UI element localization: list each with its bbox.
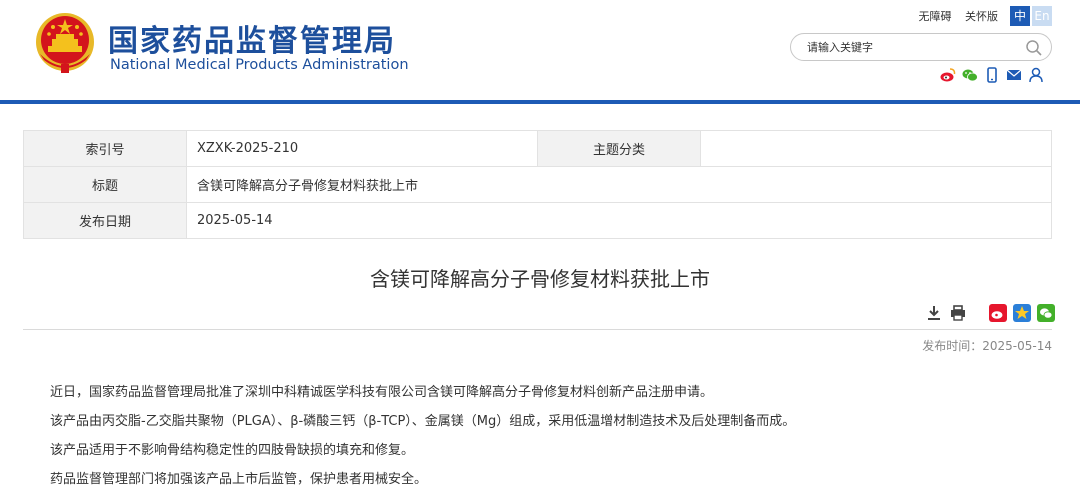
date-value: 2025-05-14 <box>186 202 1052 239</box>
download-icon[interactable] <box>925 304 943 322</box>
index-key: 索引号 <box>23 130 187 167</box>
paragraph: 近日，国家药品监督管理局批准了深圳中科精诚医学科技有限公司含镁可降解高分子骨修复… <box>50 385 714 400</box>
share-weibo-icon[interactable] <box>989 304 1007 322</box>
title-key: 标题 <box>23 166 187 203</box>
title-value: 含镁可降解高分子骨修复材料获批上市 <box>186 166 1052 203</box>
top-links: 无障碍 关怀版 <box>909 8 999 24</box>
lang-en-button[interactable]: En <box>1032 6 1052 26</box>
table-row: 发布日期 2025-05-14 <box>23 202 1052 239</box>
mobile-icon[interactable] <box>984 67 1000 83</box>
topic-key: 主题分类 <box>537 130 701 167</box>
index-value: XZXK-2025-210 <box>186 130 538 167</box>
header-divider-bar <box>0 100 1080 104</box>
national-emblem-icon <box>36 13 94 73</box>
info-table: 索引号 XZXK-2025-210 主题分类 标题 含镁可降解高分子骨修复材料获… <box>23 130 1052 239</box>
article-tools <box>925 304 1055 322</box>
care-version-link[interactable]: 关怀版 <box>965 10 998 23</box>
accessible-link[interactable]: 无障碍 <box>919 10 952 23</box>
site-title-cn[interactable]: 国家药品监督管理局 <box>108 16 396 60</box>
search-icon[interactable] <box>1025 39 1043 57</box>
share-qzone-icon[interactable] <box>1013 304 1031 322</box>
publish-time: 发布时间：2025-05-14 <box>922 339 1052 353</box>
table-row: 索引号 XZXK-2025-210 主题分类 <box>23 130 1052 167</box>
weibo-icon[interactable] <box>940 67 956 83</box>
wechat-icon[interactable] <box>962 67 978 83</box>
mail-icon[interactable] <box>1006 67 1022 83</box>
date-key: 发布日期 <box>23 202 187 239</box>
article-body: 近日，国家药品监督管理局批准了深圳中科精诚医学科技有限公司含镁可降解高分子骨修复… <box>50 384 1050 500</box>
share-wechat-icon[interactable] <box>1037 304 1055 322</box>
paragraph: 该产品适用于不影响骨结构稳定性的四肢骨缺损的填充和修复。 <box>50 443 415 458</box>
search-input[interactable] <box>807 39 1017 56</box>
paragraph: 该产品由丙交脂-乙交脂共聚物（PLGA）、β-磷酸三钙（β-TCP）、金属镁（M… <box>50 414 796 429</box>
lang-zh-button[interactable]: 中 <box>1010 6 1030 26</box>
table-row: 标题 含镁可降解高分子骨修复材料获批上市 <box>23 166 1052 203</box>
search-box <box>790 33 1052 61</box>
site-title-en[interactable]: National Medical Products Administration <box>110 57 409 73</box>
user-icon[interactable] <box>1028 67 1044 83</box>
paragraph: 药品监督管理部门将加强该产品上市后监管，保护患者用械安全。 <box>50 472 428 487</box>
topic-value <box>700 130 1052 167</box>
article-title: 含镁可降解高分子骨修复材料获批上市 <box>370 267 710 291</box>
site-header: 国家药品监督管理局 National Medical Products Admi… <box>0 0 1080 100</box>
social-links <box>940 67 1044 83</box>
article-divider <box>23 329 1052 330</box>
print-icon[interactable] <box>949 304 967 322</box>
